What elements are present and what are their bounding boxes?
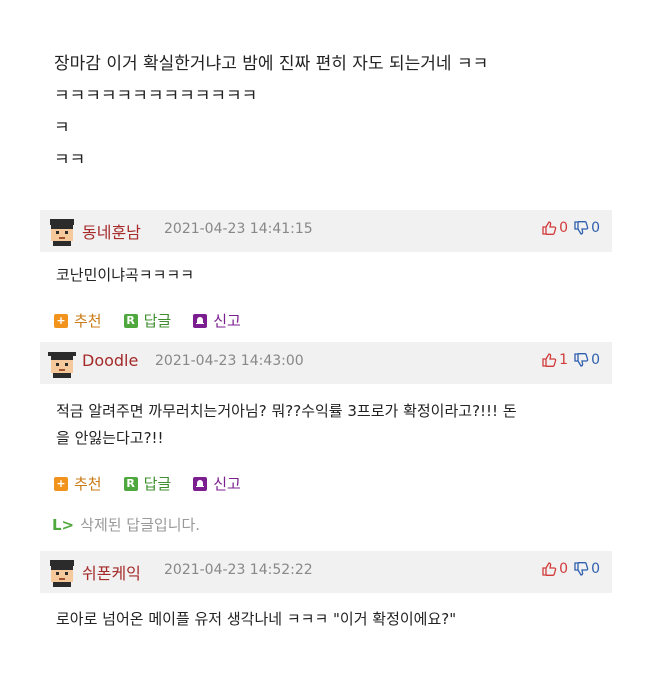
thumbs-down-icon[interactable] <box>573 352 589 368</box>
comment-votes: 0 0 <box>541 220 600 236</box>
recommend-button[interactable]: + 추천 <box>54 310 102 331</box>
comment-votes: 0 0 <box>541 561 600 577</box>
reply-arrow-icon: L> <box>52 515 75 534</box>
upvote-count: 1 <box>559 352 569 368</box>
post-line: ㅋㅋ <box>54 150 86 170</box>
comment-text: 코난민이냐곡ㅋㅋㅋㅋ <box>56 266 195 284</box>
comment-nickname[interactable]: 동네훈남 <box>82 219 141 243</box>
thumbs-up-icon[interactable] <box>541 561 557 577</box>
comment-date: 2021-04-23 14:43:00 <box>155 353 304 369</box>
comment-header: Doodle 2021-04-23 14:43:00 1 0 <box>40 342 612 384</box>
downvote-count: 0 <box>591 352 600 368</box>
thumbs-down-icon[interactable] <box>573 220 589 236</box>
avatar-icon <box>47 557 77 587</box>
avatar-icon <box>47 348 77 378</box>
bell-icon <box>193 313 208 328</box>
report-button[interactable]: 신고 <box>193 473 241 494</box>
upvote-count: 0 <box>559 561 569 577</box>
deleted-reply: L> 삭제된 답글입니다. <box>52 514 200 535</box>
avatar-icon <box>47 216 77 246</box>
comment-header: 동네훈남 2021-04-23 14:41:15 0 0 <box>40 210 612 252</box>
comment-date: 2021-04-23 14:52:22 <box>164 562 313 578</box>
comment-actions: + 추천 R 답글 신고 <box>54 310 263 331</box>
recommend-button[interactable]: + 추천 <box>54 473 102 494</box>
upvote-count: 0 <box>559 220 569 236</box>
report-button[interactable]: 신고 <box>193 310 241 331</box>
downvote-count: 0 <box>591 220 600 236</box>
comment-votes: 1 0 <box>541 352 600 368</box>
deleted-reply-text: 삭제된 답글입니다. <box>80 516 201 534</box>
post-body: 장마감 이거 확실한거냐고 밤에 진짜 편히 자도 되는거네 ㅋㅋ ㅋㅋㅋㅋㅋㅋ… <box>54 52 634 180</box>
thumbs-up-icon[interactable] <box>541 352 557 368</box>
comment-date: 2021-04-23 14:41:15 <box>164 221 313 237</box>
comment-nickname[interactable]: 쉬폰케익 <box>82 560 141 584</box>
comment-text: 적금 알려주면 까무러치는거아님? 뭐??수익률 3프로가 확정이라고?!!! … <box>56 398 616 452</box>
comment-text: 로아로 넘어온 메이플 유저 생각나네 ㅋㅋㅋ "이거 확정이에요?" <box>56 610 457 628</box>
comment-nickname[interactable]: Doodle <box>82 351 138 370</box>
comment-text-line: 을 안잃는다고?!! <box>56 429 164 447</box>
thumbs-up-icon[interactable] <box>541 220 557 236</box>
reply-icon: R <box>123 476 138 491</box>
bell-icon <box>193 476 208 491</box>
reply-icon: R <box>123 313 138 328</box>
comment-text-line: 적금 알려주면 까무러치는거아님? 뭐??수익률 3프로가 확정이라고?!!! … <box>56 402 517 420</box>
post-line: 장마감 이거 확실한거냐고 밤에 진짜 편히 자도 되는거네 ㅋㅋ <box>54 54 489 74</box>
comment-header: 쉬폰케익 2021-04-23 14:52:22 0 0 <box>40 551 612 593</box>
recommend-icon: + <box>54 476 68 491</box>
thumbs-down-icon[interactable] <box>573 561 589 577</box>
comment-actions: + 추천 R 답글 신고 <box>54 473 263 494</box>
recommend-icon: + <box>54 313 68 328</box>
post-line: ㅋㅋㅋㅋㅋㅋㅋㅋㅋㅋㅋㅋㅋ <box>54 86 258 106</box>
reply-button[interactable]: R 답글 <box>123 473 171 494</box>
post-line: ㅋ <box>54 118 70 138</box>
reply-button[interactable]: R 답글 <box>123 310 171 331</box>
downvote-count: 0 <box>591 561 600 577</box>
